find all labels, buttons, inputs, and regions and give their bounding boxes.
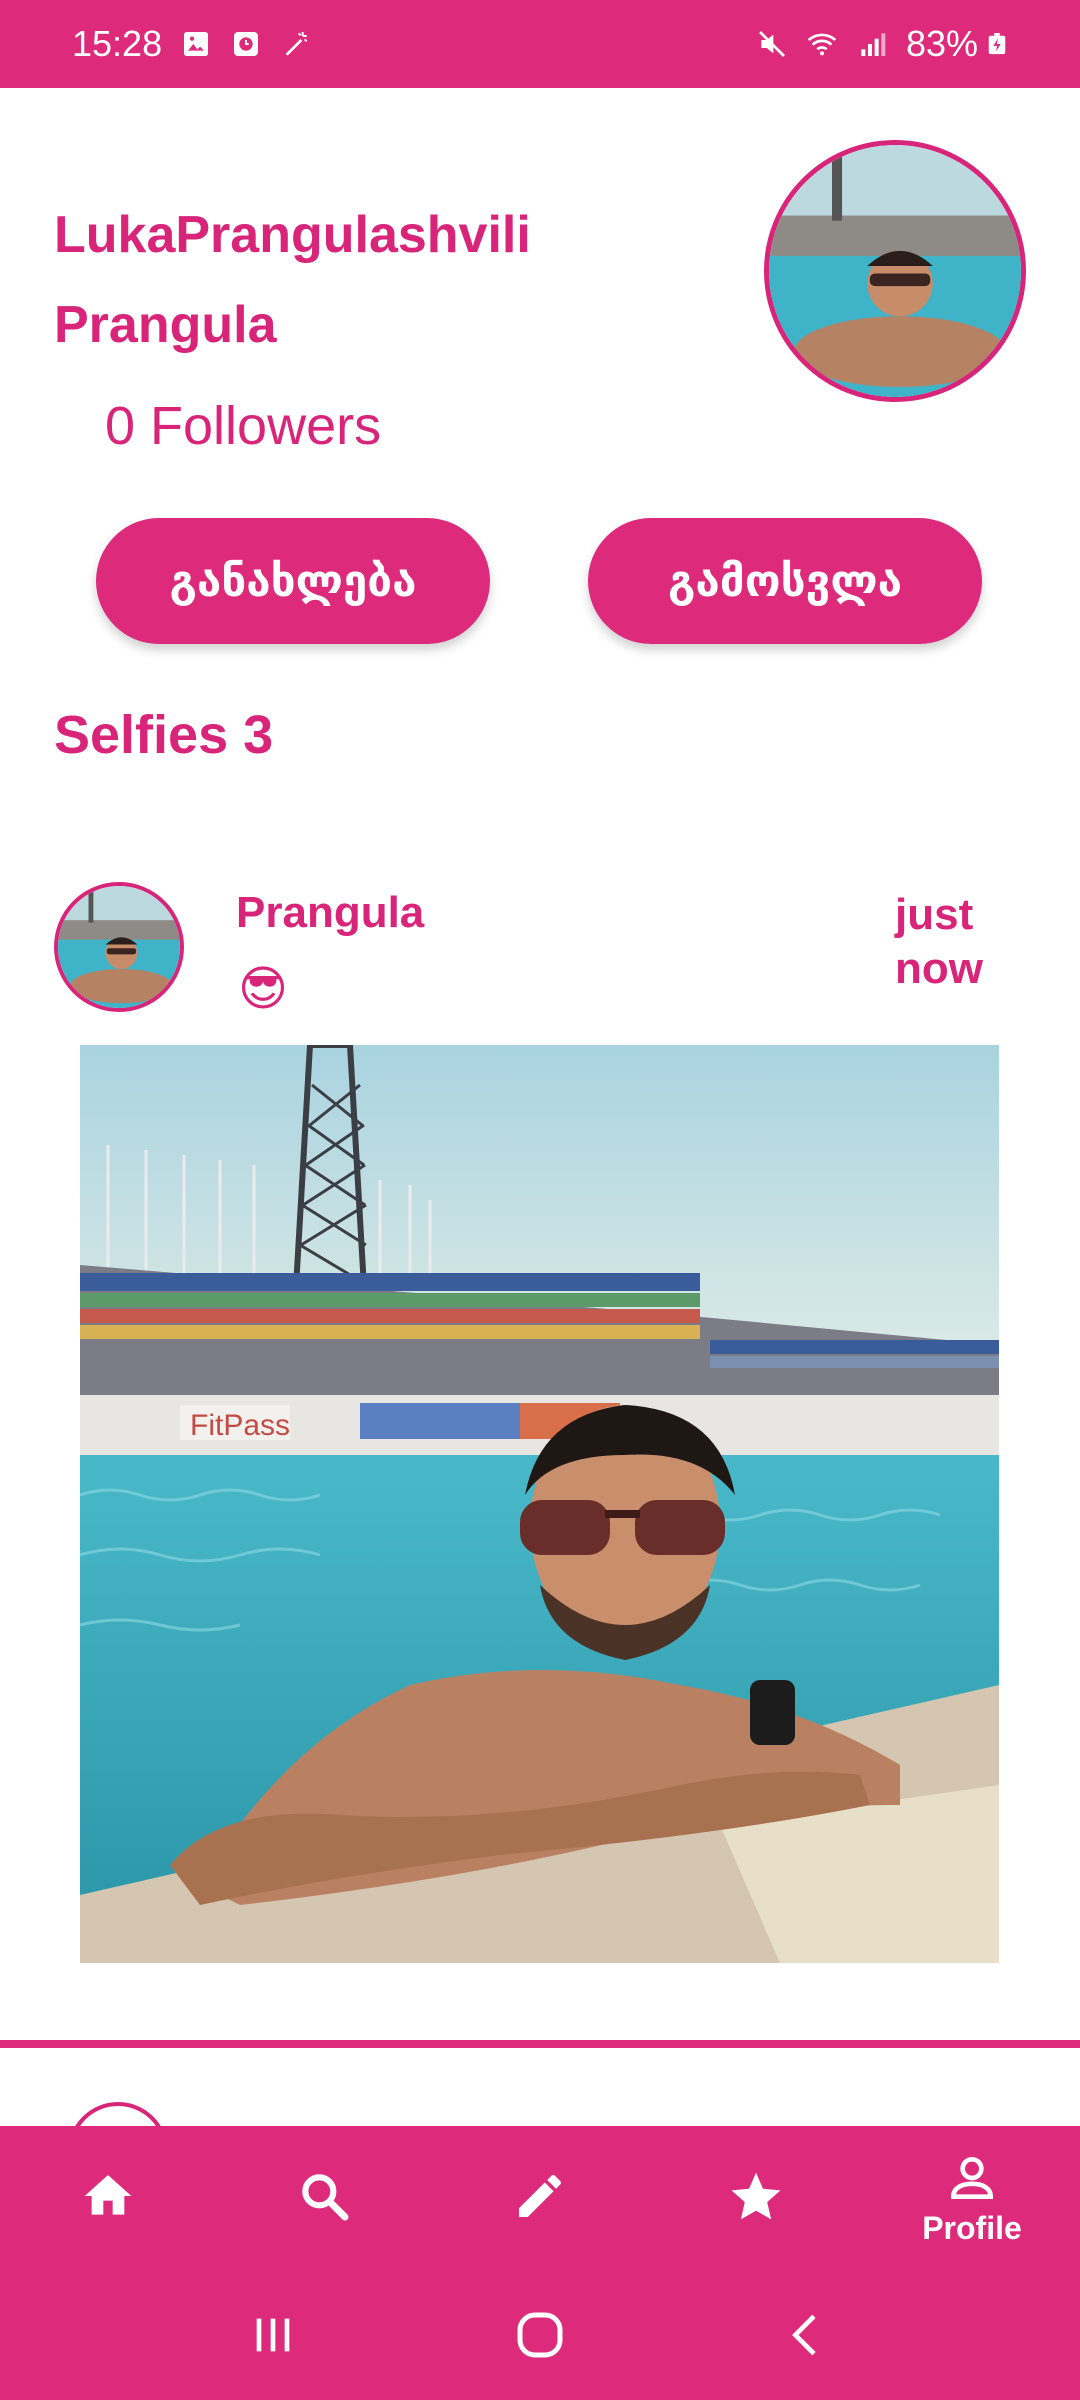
battery-percent: 83% [905, 23, 978, 64]
profile-display-name: Prangula [54, 296, 277, 354]
post-caption-emoji: 😎 [238, 963, 289, 1016]
nav-profile-label: Profile [922, 2209, 1022, 2246]
nav-search[interactable] [249, 2133, 399, 2263]
battery-charging-icon [988, 33, 1006, 55]
post-author-avatar[interactable] [54, 882, 184, 1012]
status-time: 15:28 [72, 23, 163, 64]
post-timestamp: just now [895, 890, 983, 993]
alarm-icon [234, 32, 259, 56]
svg-text:FitPass: FitPass [190, 1409, 290, 1442]
nav-profile[interactable]: Profile [897, 2133, 1047, 2263]
person-icon [950, 2156, 994, 2199]
profile-avatar[interactable] [764, 140, 1026, 402]
logout-button[interactable]: გამოსვლა [588, 518, 982, 644]
star-icon [731, 2172, 781, 2220]
refresh-button[interactable]: განახლება [96, 518, 490, 644]
battery-indicator: 83% [906, 23, 1008, 65]
post-photo[interactable]: FitPass [80, 1045, 999, 1963]
nav-home[interactable] [33, 2133, 183, 2263]
home-icon [84, 2175, 132, 2215]
nav-create[interactable] [465, 2133, 615, 2263]
followers-count[interactable]: 0 Followers [105, 395, 381, 457]
wifi-icon [807, 33, 837, 56]
system-navigation [0, 2270, 1080, 2400]
status-left: 15:28 [72, 23, 312, 65]
home-circle-icon [517, 2312, 563, 2358]
status-bar: 15:28 83% [0, 0, 1080, 88]
profile-username: LukaPrangulashvili [54, 206, 531, 264]
home-system-button[interactable] [500, 2295, 580, 2375]
mute-icon [758, 31, 785, 57]
bottom-navigation: Profile [0, 2126, 1080, 2270]
signal-icon [861, 33, 886, 56]
post-avatar-photo [58, 886, 180, 1008]
selfies-section-title: Selfies 3 [54, 705, 274, 765]
recent-apps-button[interactable] [233, 2295, 313, 2375]
nav-favorites[interactable] [681, 2133, 831, 2263]
status-right: 83% [756, 23, 1008, 65]
post-author-name[interactable]: Prangula [236, 888, 424, 938]
search-icon [302, 2174, 349, 2221]
profile-avatar-photo [769, 145, 1021, 397]
post-photo-scene: FitPass [80, 1045, 999, 1963]
gallery-icon [184, 32, 209, 56]
back-button[interactable] [767, 2295, 847, 2375]
pencil-icon [519, 2174, 561, 2217]
back-chevron-icon [791, 2314, 816, 2356]
magic-wand-icon [285, 32, 308, 56]
post-divider [0, 2040, 1080, 2048]
recent-apps-icon [256, 2318, 290, 2352]
